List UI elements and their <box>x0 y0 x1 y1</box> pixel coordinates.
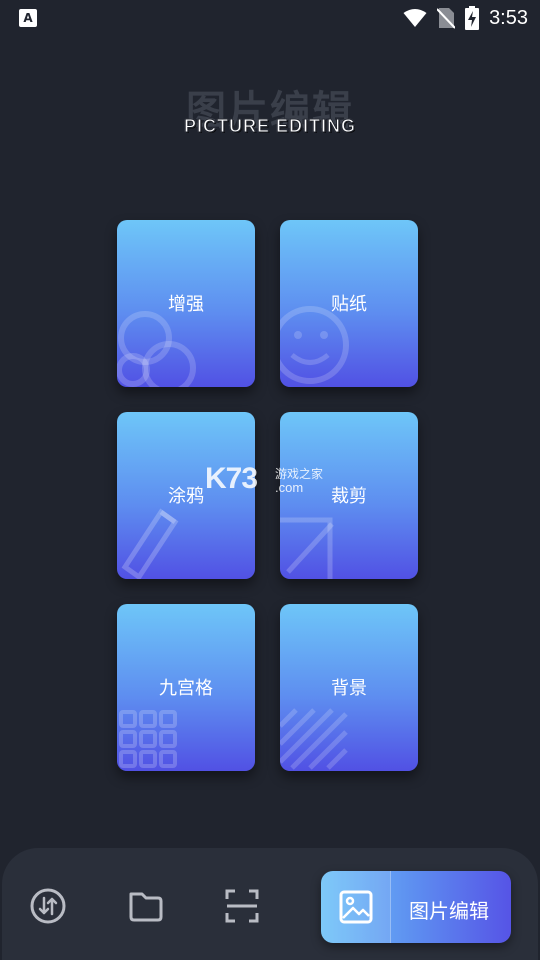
nav-active-icon-box <box>321 871 391 943</box>
tool-doodle-tile[interactable]: 涂鸦 <box>117 412 255 579</box>
scan-icon <box>225 889 259 923</box>
nav-picture-edit-label: 图片编辑 <box>409 899 489 923</box>
wifi-icon <box>403 9 427 27</box>
nav-scan-button[interactable] <box>222 886 262 926</box>
tool-background-tile[interactable]: 背景 <box>280 604 418 771</box>
nav-folder-button[interactable] <box>126 886 166 926</box>
tool-sticker-label: 贴纸 <box>331 294 367 315</box>
bottom-nav: 图片编辑 <box>2 848 538 960</box>
no-sim-icon <box>437 8 456 29</box>
tool-enhance-tile[interactable]: 增强 <box>117 220 255 387</box>
app-notification-icon: A <box>19 9 37 27</box>
swap-icon <box>30 888 66 924</box>
clock: 3:53 <box>489 6 528 29</box>
tool-background-label: 背景 <box>331 678 367 699</box>
tool-crop-label: 裁剪 <box>331 486 367 507</box>
page-subtitle: PICTURE EDITING <box>183 116 356 137</box>
image-icon <box>339 890 373 924</box>
tool-sticker-tile[interactable]: 贴纸 <box>280 220 418 387</box>
status-bar: A 3:53 <box>0 0 540 36</box>
tool-enhance-label: 增强 <box>168 294 204 315</box>
folder-icon <box>129 892 163 922</box>
page-header: 图片编辑 PICTURE EDITING <box>0 76 540 146</box>
tool-doodle-label: 涂鸦 <box>168 486 204 507</box>
tool-nine-grid-tile[interactable]: 九宫格 <box>117 604 255 771</box>
tool-crop-tile[interactable]: 裁剪 <box>280 412 418 579</box>
nav-swap-button[interactable] <box>28 886 68 926</box>
tool-nine-grid-label: 九宫格 <box>159 678 213 699</box>
status-icons: 3:53 <box>403 4 528 32</box>
battery-charging-icon <box>465 6 480 30</box>
nav-picture-edit-button[interactable]: 图片编辑 <box>321 871 511 943</box>
